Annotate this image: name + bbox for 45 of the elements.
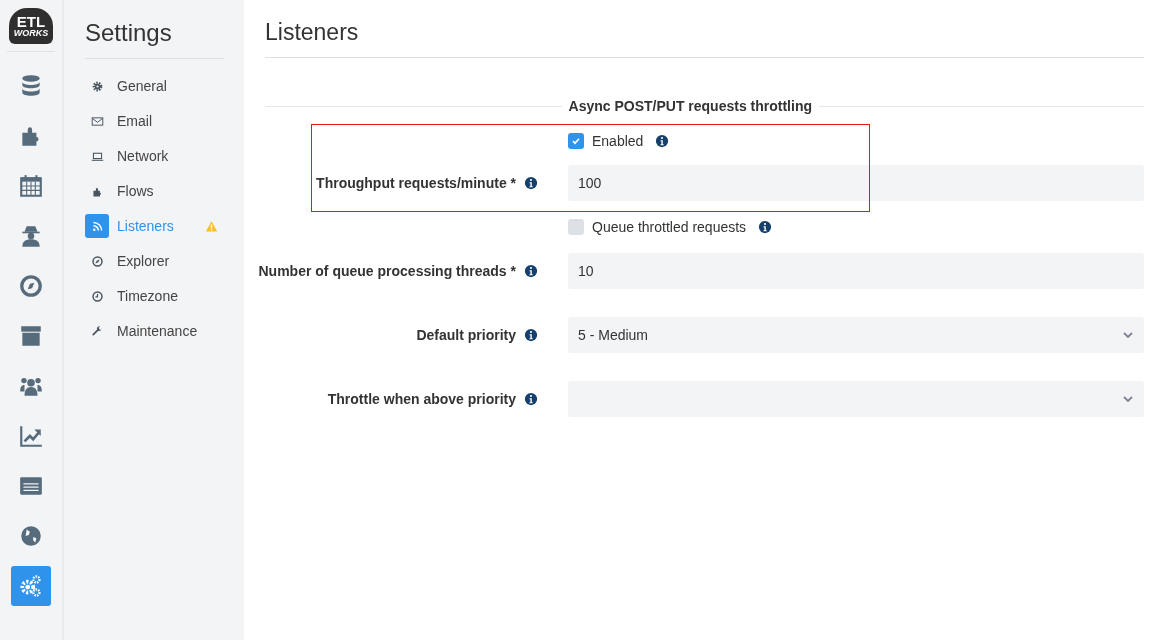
settings-title: Settings [85, 19, 224, 59]
wrench-icon [90, 324, 104, 338]
info-icon[interactable] [524, 392, 538, 406]
section-title: Async POST/PUT requests throttling [567, 98, 813, 114]
page-title: Listeners [265, 19, 1144, 58]
select-field[interactable] [568, 381, 1144, 417]
select-field[interactable]: 5 - Medium [568, 317, 1144, 353]
gears-icon [18, 573, 44, 599]
checkmark-icon [570, 135, 582, 147]
settings-menu-item[interactable]: Timezone [85, 284, 224, 308]
compass-icon [90, 254, 104, 268]
settings-menu-item[interactable]: Network [85, 144, 224, 168]
field-label: Throttle when above priority [327, 391, 516, 407]
checkbox[interactable] [568, 219, 584, 235]
gear-icon [90, 79, 104, 93]
settings-menu-item[interactable]: Maintenance [85, 319, 224, 343]
info-icon[interactable] [524, 264, 538, 278]
checkbox-label: Queue throttled requests [592, 219, 747, 235]
info-icon[interactable] [758, 220, 773, 234]
compass-icon [18, 273, 44, 299]
clock-icon [90, 289, 104, 303]
input-field[interactable]: 100 [568, 165, 1144, 201]
info-icon[interactable] [524, 176, 538, 190]
checkbox-label: Enabled [592, 133, 644, 149]
calendar-icon [18, 173, 44, 199]
chevron-down-icon [1122, 393, 1134, 405]
nav-button[interactable] [11, 566, 51, 606]
rss-icon [90, 219, 104, 233]
chart-icon [18, 423, 44, 449]
archive-icon [18, 323, 44, 349]
checkbox[interactable] [568, 133, 584, 149]
logo: ETL WORKS [9, 8, 53, 44]
input-field[interactable]: 10 [568, 253, 1144, 289]
settings-menu-item[interactable]: Email [85, 109, 224, 133]
info-icon[interactable] [655, 134, 670, 148]
mail-icon [90, 114, 104, 128]
settings-menu-item[interactable]: Explorer [85, 249, 224, 273]
settings-menu-item[interactable]: Flows [85, 179, 224, 203]
field-label: Number of queue processing threads * [258, 263, 516, 279]
field-label: Throughput requests/minute * [316, 175, 516, 191]
settings-menu-item[interactable]: General [85, 74, 224, 98]
field-label: Default priority [416, 327, 516, 343]
chevron-down-icon [1122, 329, 1134, 341]
globe-icon [18, 523, 44, 549]
info-icon[interactable] [524, 328, 538, 342]
